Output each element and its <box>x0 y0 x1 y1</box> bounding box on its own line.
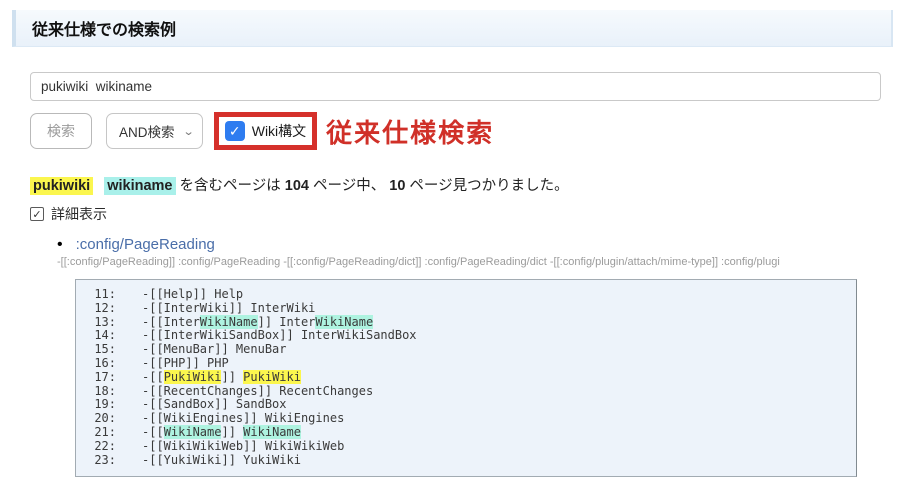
wiki-syntax-label: Wiki構文 <box>252 121 306 141</box>
result-text-among: ページ中、 <box>309 178 389 194</box>
result-keyword-2: wikiname <box>104 177 175 195</box>
code-lines: 11:-[[Help]] Help12:-[[InterWiki]] Inter… <box>84 288 850 467</box>
result-total-pages: 104 <box>285 178 309 194</box>
legacy-search-annotation: 従来仕様検索 <box>326 113 494 150</box>
chevron-down-icon: ⌄ <box>182 125 194 138</box>
code-line: 17:-[[PukiWiki]] PukiWiki <box>84 371 850 385</box>
detail-checkbox-label: 詳細表示 <box>51 204 107 224</box>
search-row <box>30 72 910 101</box>
result-page-link[interactable]: :config/PageReading <box>76 236 215 253</box>
code-block: 11:-[[Help]] Help12:-[[InterWiki]] Inter… <box>75 279 857 477</box>
bullet-icon: • <box>57 237 63 253</box>
wiki-syntax-highlight-box: ✓ Wiki構文 <box>214 112 317 150</box>
code-line: 16:-[[PHP]] PHP <box>84 357 850 371</box>
search-mode-value: AND検索 <box>119 121 175 141</box>
code-line: 22:-[[WikiWikiWeb]] WikiWikiWeb <box>84 440 850 454</box>
detail-toggle-row: ✓ 詳細表示 <box>30 204 910 224</box>
search-button[interactable]: 検索 <box>30 113 92 149</box>
code-line: 19:-[[SandBox]] SandBox <box>84 398 850 412</box>
code-line: 12:-[[InterWiki]] InterWiki <box>84 302 850 316</box>
result-keyword-1: pukiwiki <box>30 177 93 195</box>
code-line: 13:-[[InterWikiName]] InterWikiName <box>84 316 850 330</box>
search-mode-select[interactable]: AND検索 ⌄ <box>106 113 203 149</box>
code-line: 11:-[[Help]] Help <box>84 288 850 302</box>
code-line: 21:-[[WikiName]] WikiName <box>84 426 850 440</box>
result-text-found: ページ見つかりました。 <box>405 178 568 194</box>
result-snippet: -[[:config/PageReading]] :config/PageRea… <box>57 256 887 268</box>
search-input[interactable] <box>30 72 881 101</box>
wiki-syntax-checkbox[interactable]: ✓ <box>225 121 245 141</box>
result-list-item: • :config/PageReading <box>57 236 910 253</box>
code-line: 20:-[[WikiEngines]] WikiEngines <box>84 412 850 426</box>
code-line: 18:-[[RecentChanges]] RecentChanges <box>84 385 850 399</box>
result-text-contains: を含むページは <box>176 178 285 194</box>
result-found-pages: 10 <box>389 178 405 194</box>
detail-checkbox[interactable]: ✓ <box>30 207 44 221</box>
search-controls: 検索 AND検索 ⌄ ✓ Wiki構文 従来仕様検索 <box>30 111 910 151</box>
code-line: 23:-[[YukiWiki]] YukiWiki <box>84 454 850 468</box>
code-line: 14:-[[InterWikiSandBox]] InterWikiSandBo… <box>84 329 850 343</box>
code-line: 15:-[[MenuBar]] MenuBar <box>84 343 850 357</box>
section-heading-bar: 従来仕様での検索例 <box>12 10 893 47</box>
result-summary: pukiwiki wikiname を含むページは 104 ページ中、 10 ペー… <box>30 174 910 195</box>
page-title: 従来仕様での検索例 <box>32 16 176 40</box>
